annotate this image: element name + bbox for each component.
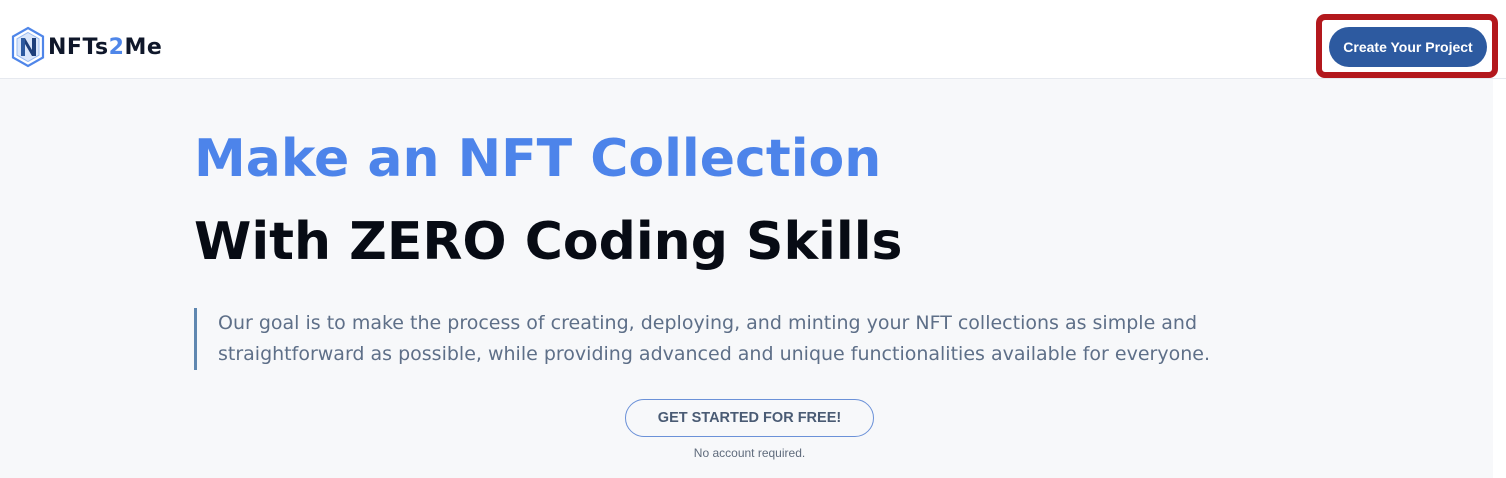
- hero-headline-secondary: With ZERO Coding Skills: [194, 212, 903, 272]
- logo-text-suffix: Me: [124, 34, 163, 60]
- hero-headline-primary: Make an NFT Collection: [194, 129, 882, 189]
- logo-text-prefix: NFTs: [48, 34, 109, 60]
- nfts2me-logo-icon: [11, 26, 45, 68]
- site-logo[interactable]: NFTs2Me: [10, 25, 162, 69]
- get-started-button[interactable]: GET STARTED FOR FREE!: [625, 399, 874, 437]
- scrollbar-track[interactable]: [1493, 79, 1506, 478]
- no-account-note: No account required.: [693, 446, 806, 460]
- create-project-button[interactable]: Create Your Project: [1329, 27, 1487, 67]
- hero-description: Our goal is to make the process of creat…: [194, 308, 1214, 370]
- top-navbar: NFTs2Me Create Your Project: [0, 0, 1506, 79]
- logo-text-highlight: 2: [108, 34, 125, 60]
- landing-page: NFTs2Me Create Your Project Make an NFT …: [0, 0, 1506, 478]
- logo-wordmark: NFTs2Me: [48, 35, 162, 60]
